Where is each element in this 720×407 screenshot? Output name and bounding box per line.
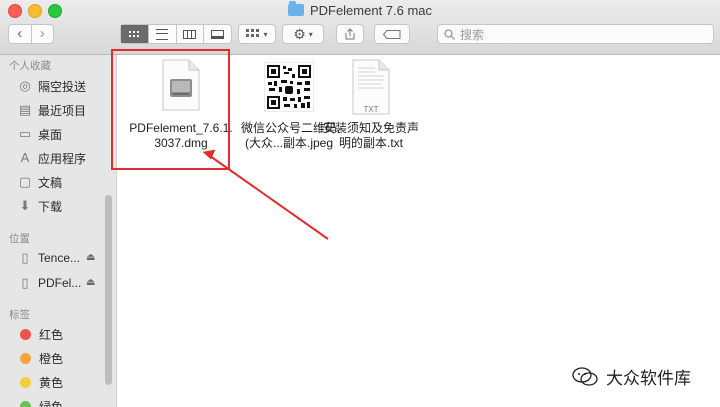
share-icon — [345, 28, 355, 40]
sidebar-item-label: 应用程序 — [38, 151, 87, 166]
sidebar-item-tag-orange[interactable]: 橙色 — [18, 349, 63, 367]
sidebar-item-label: 黄色 — [39, 375, 64, 390]
sidebar-item-tencent[interactable]: ▯ Tence... — [18, 249, 80, 267]
arrange-button[interactable]: ▾ — [238, 24, 276, 44]
share-button[interactable] — [336, 24, 364, 44]
sidebar-item-tag-red[interactable]: 红色 — [18, 325, 63, 343]
tag-color-dot — [20, 328, 31, 340]
watermark-text: 大众软件库 — [606, 369, 691, 388]
desktop-icon: ▭ — [18, 126, 32, 141]
sidebar-item-label: 绿色 — [39, 399, 64, 407]
tag-color-dot — [20, 400, 31, 407]
eject-icon[interactable]: ⏏ — [86, 277, 95, 288]
arrange-grid-icon — [246, 29, 260, 37]
file-item-txt[interactable]: TXT 安装须知及免责声 明的副本.txt — [311, 59, 431, 151]
sidebar-item-label: 橙色 — [39, 351, 64, 366]
tags-header: 标签 — [9, 309, 30, 321]
list-view-icon — [156, 28, 169, 40]
title-bar: PDFelement 7.6 mac ‹ › ▾ ⚙ ▾ 搜索 — [0, 0, 720, 55]
sidebar-item-label: 红色 — [39, 327, 64, 342]
favorites-header: 个人收藏 — [9, 60, 51, 72]
sidebar-item-airdrop[interactable]: ◎ 隔空投送 — [18, 77, 86, 95]
disk-icon: ▯ — [21, 275, 29, 290]
gallery-view-icon — [211, 29, 225, 39]
tags-button[interactable] — [374, 24, 410, 44]
sidebar-item-documents[interactable]: ▢ 文稿 — [18, 173, 62, 191]
forward-button[interactable]: › — [30, 25, 54, 43]
sidebar-item-tag-green[interactable]: 绿色 — [18, 397, 63, 407]
navigation-buttons: ‹ › — [8, 24, 54, 44]
sidebar: 个人收藏 ◎ 隔空投送 ▤ 最近项目 ▭ 桌面 A 应用程序 ▢ 文稿 ⬇ 下载 位置 ▯ T… — [0, 55, 117, 407]
tag-color-dot — [20, 376, 31, 388]
sidebar-item-label: 桌面 — [38, 127, 63, 142]
search-placeholder: 搜索 — [460, 27, 485, 42]
sidebar-item-recents[interactable]: ▤ 最近项目 — [18, 101, 86, 119]
sidebar-item-tag-yellow[interactable]: 黄色 — [18, 373, 63, 391]
gear-icon: ⚙ — [293, 25, 306, 42]
disk-icon: ▯ — [21, 250, 29, 265]
sidebar-item-desktop[interactable]: ▭ 桌面 — [18, 125, 62, 143]
column-view-icon — [183, 29, 197, 39]
applications-icon: A — [20, 150, 30, 165]
sidebar-item-downloads[interactable]: ⬇ 下载 — [18, 197, 62, 215]
locations-header: 位置 — [9, 233, 30, 245]
sidebar-item-label: Tence... — [38, 251, 81, 265]
recents-icon: ▤ — [18, 102, 32, 117]
icon-view-button[interactable] — [121, 25, 148, 43]
sidebar-scrollbar[interactable] — [105, 195, 112, 385]
finder-window: PDFelement 7.6 mac ‹ › ▾ ⚙ ▾ 搜索 个人收藏 ◎ 隔… — [0, 0, 720, 407]
list-view-button[interactable] — [147, 25, 176, 43]
qr-code-image-icon — [264, 62, 314, 112]
tag-color-dot — [20, 352, 31, 364]
search-field[interactable]: 搜索 — [437, 24, 714, 44]
file-type-badge: TXT — [363, 105, 379, 114]
folder-icon — [287, 1, 304, 16]
action-menu-button[interactable]: ⚙ ▾ — [282, 24, 324, 44]
file-name-line1: 安装须知及免责声 — [322, 121, 419, 135]
sidebar-item-label: 下载 — [38, 199, 63, 214]
column-view-button[interactable] — [175, 25, 204, 43]
eject-icon[interactable]: ⏏ — [86, 252, 95, 263]
file-name-line2: 明的副本.txt — [338, 136, 403, 150]
window-title: PDFelement 7.6 mac — [0, 1, 720, 18]
annotation-highlight-box — [111, 49, 230, 170]
airdrop-icon: ◎ — [19, 78, 31, 93]
sidebar-item-label: 文稿 — [38, 175, 63, 190]
window-title-text: PDFelement 7.6 mac — [309, 3, 433, 18]
back-button[interactable]: ‹ — [9, 25, 31, 43]
gallery-view-button[interactable] — [203, 25, 231, 43]
chevron-down-icon: ▾ — [263, 29, 268, 39]
downloads-icon: ⬇ — [19, 198, 31, 213]
sidebar-item-label: PDFel... — [38, 276, 82, 290]
search-icon — [444, 28, 455, 40]
sidebar-item-pdfelement[interactable]: ▯ PDFel... — [18, 274, 81, 292]
wechat-icon — [572, 366, 598, 386]
chevron-down-icon: ▾ — [308, 29, 313, 39]
watermark: 大众软件库 — [572, 364, 691, 389]
sidebar-item-label: 隔空投送 — [38, 79, 87, 94]
view-mode-selector — [120, 24, 232, 44]
icon-view-icon — [128, 30, 141, 38]
documents-icon: ▢ — [18, 174, 32, 189]
sidebar-item-label: 最近项目 — [38, 103, 87, 118]
sidebar-item-applications[interactable]: A 应用程序 — [18, 149, 86, 167]
tag-icon — [383, 29, 401, 39]
